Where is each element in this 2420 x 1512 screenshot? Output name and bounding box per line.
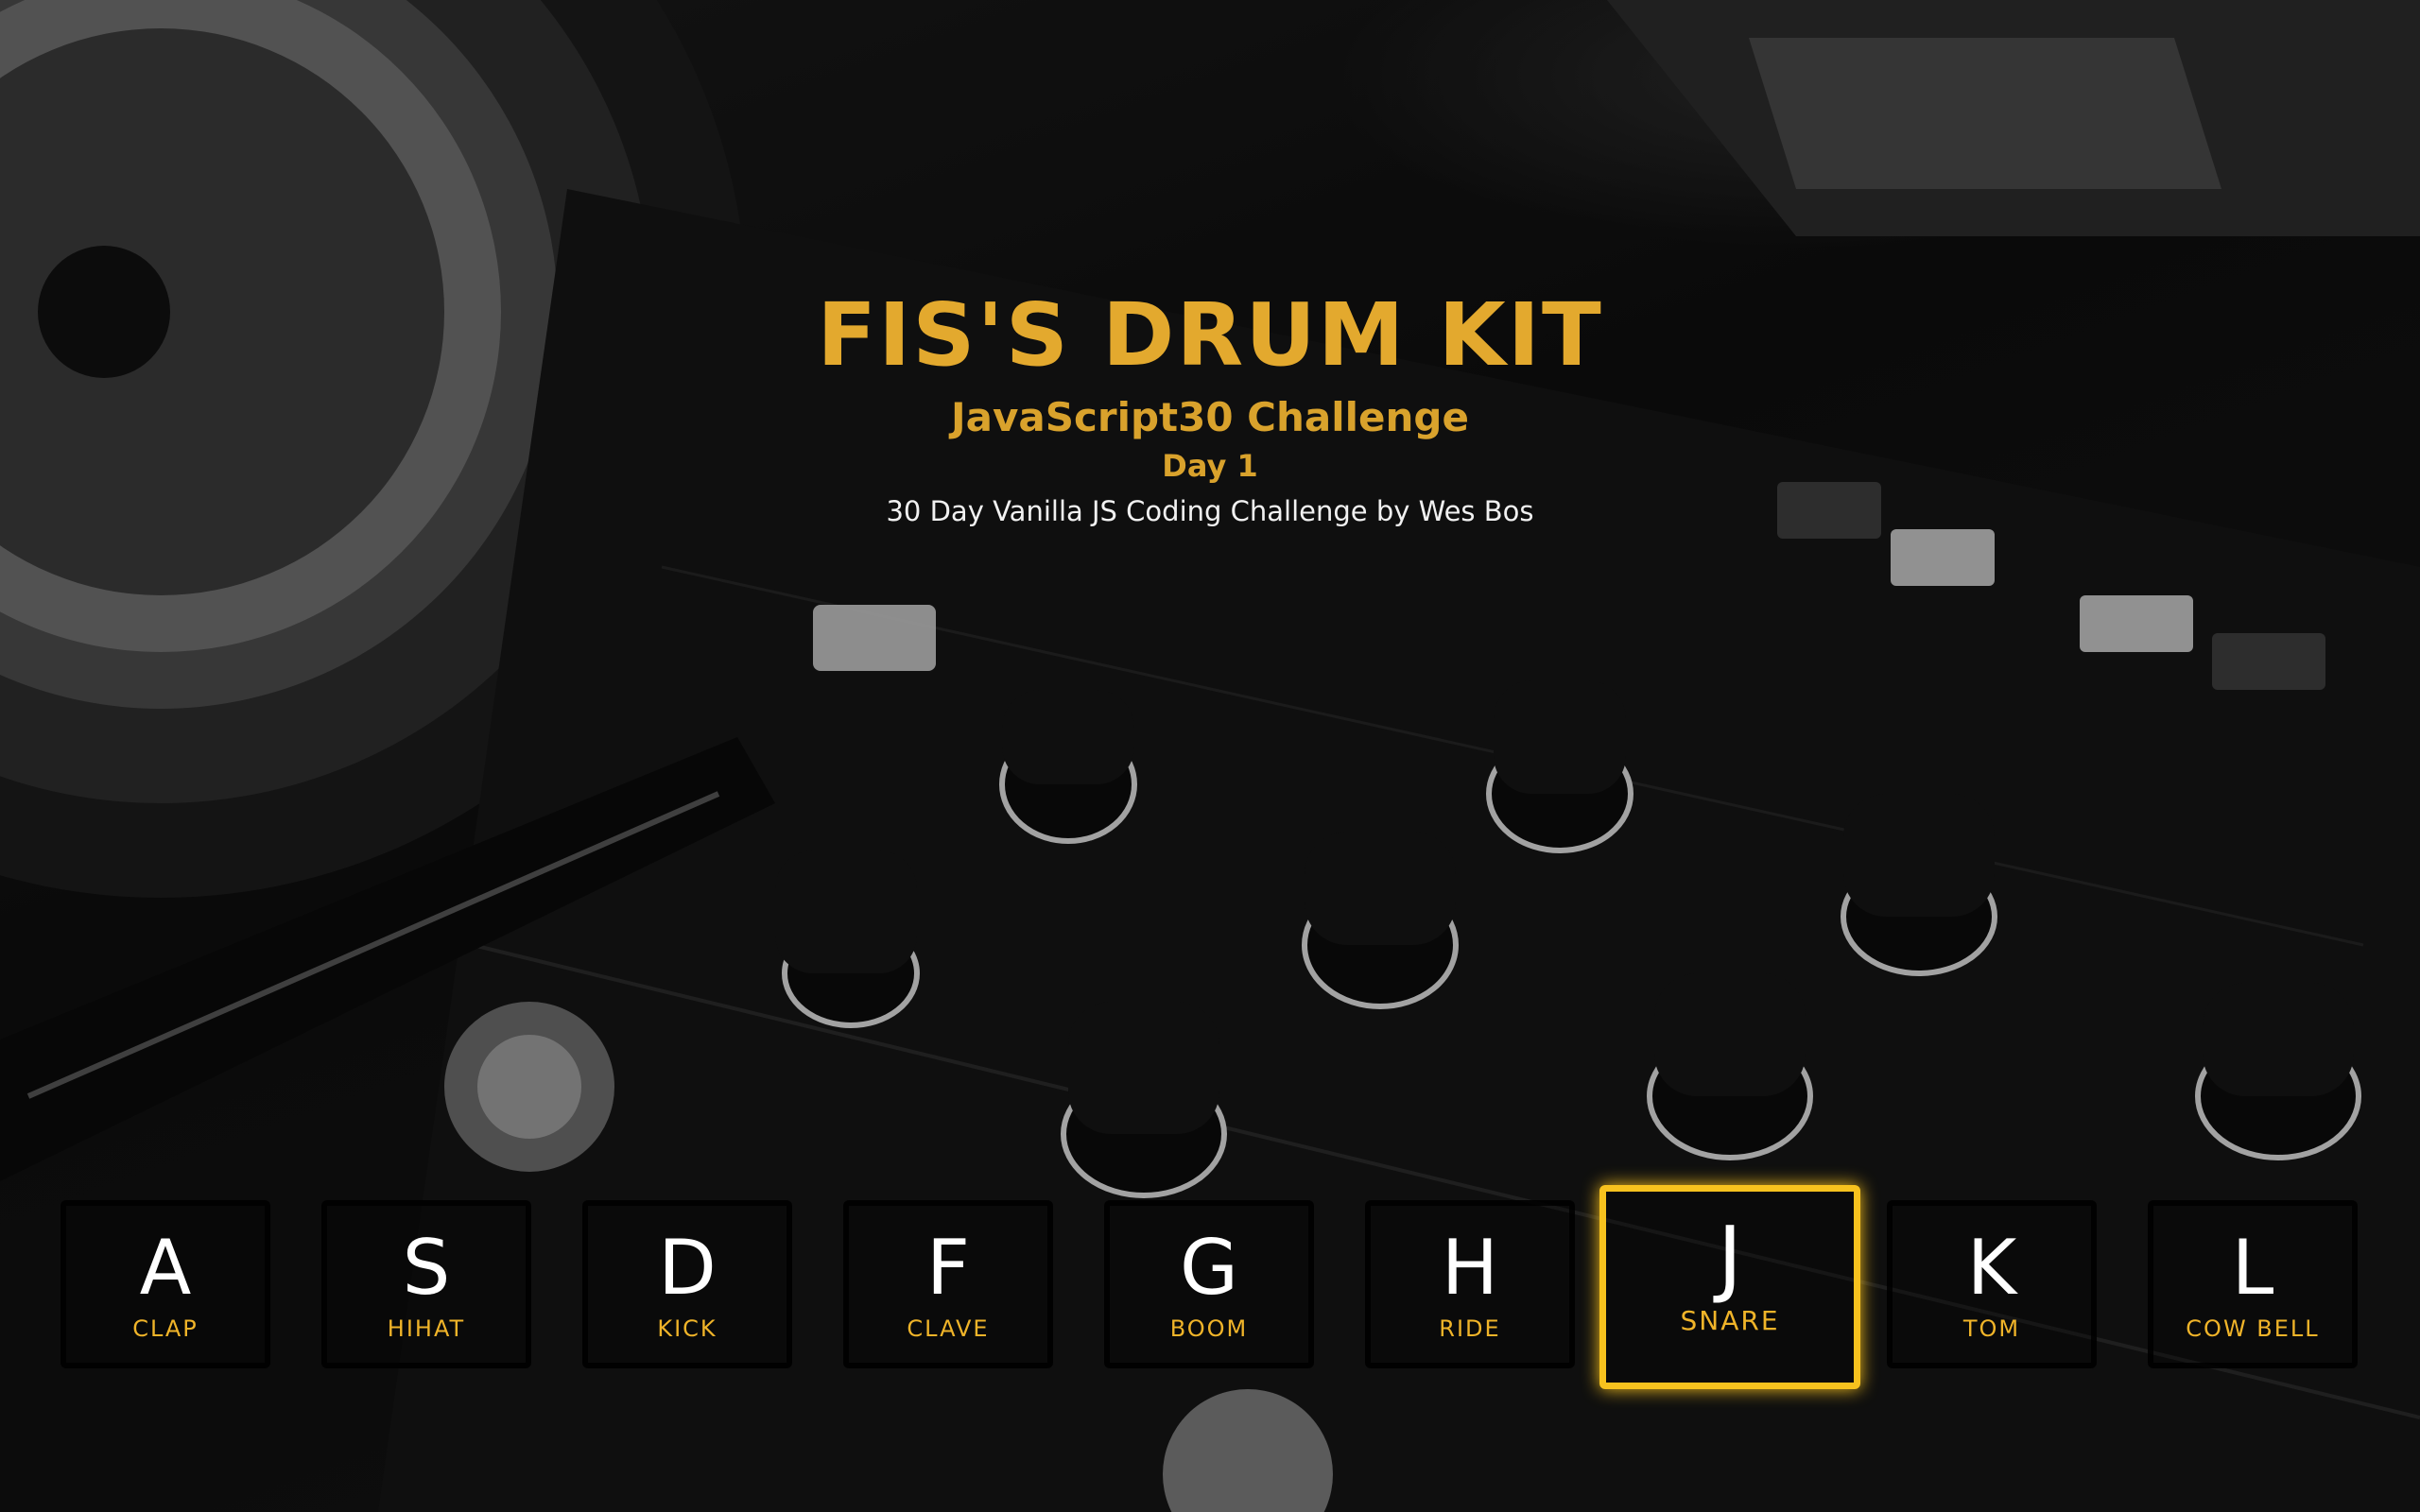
page-background: FIS'S DRUM KIT JavaScript30 Challenge Da… (0, 0, 2420, 1512)
header: FIS'S DRUM KIT JavaScript30 Challenge Da… (0, 284, 2420, 531)
key-letter: H (1441, 1224, 1499, 1312)
credit-text: 30 Day Vanilla JS Coding Challenge by We… (886, 495, 1534, 527)
key-a[interactable]: A CLAP (60, 1200, 270, 1368)
day-label: Day 1 (1162, 448, 1258, 484)
challenge-subtitle: JavaScript30 Challenge (951, 394, 1469, 440)
key-letter: D (658, 1224, 717, 1312)
key-sound-label: RIDE (1439, 1315, 1501, 1342)
drum-keys: A CLAP S HIHAT D KICK F CLAVE G BOOM H R… (0, 1185, 2420, 1389)
key-letter: L (2231, 1224, 2274, 1312)
key-sound-label: KICK (657, 1315, 717, 1342)
key-letter: K (1966, 1224, 2017, 1312)
key-letter: S (402, 1224, 451, 1312)
page-title: FIS'S DRUM KIT (817, 284, 1603, 386)
key-sound-label: SNARE (1680, 1305, 1780, 1336)
key-sound-label: CLAVE (907, 1315, 990, 1342)
key-d[interactable]: D KICK (582, 1200, 792, 1368)
key-letter: J (1718, 1209, 1742, 1306)
key-sound-label: CLAP (132, 1315, 199, 1342)
key-k[interactable]: K TOM (1887, 1200, 2097, 1368)
key-h[interactable]: H RIDE (1365, 1200, 1575, 1368)
key-g[interactable]: G BOOM (1104, 1200, 1314, 1368)
key-f[interactable]: F CLAVE (843, 1200, 1053, 1368)
key-sound-label: COW BELL (2186, 1315, 2320, 1342)
key-letter: F (925, 1224, 970, 1312)
key-sound-label: HIHAT (387, 1315, 466, 1342)
key-sound-label: BOOM (1169, 1315, 1249, 1342)
key-s[interactable]: S HIHAT (321, 1200, 531, 1368)
key-sound-label: TOM (1962, 1315, 2021, 1342)
key-j[interactable]: J SNARE (1599, 1185, 1860, 1389)
key-letter: G (1180, 1224, 1238, 1312)
key-letter: A (139, 1224, 192, 1312)
key-l[interactable]: L COW BELL (2148, 1200, 2358, 1368)
